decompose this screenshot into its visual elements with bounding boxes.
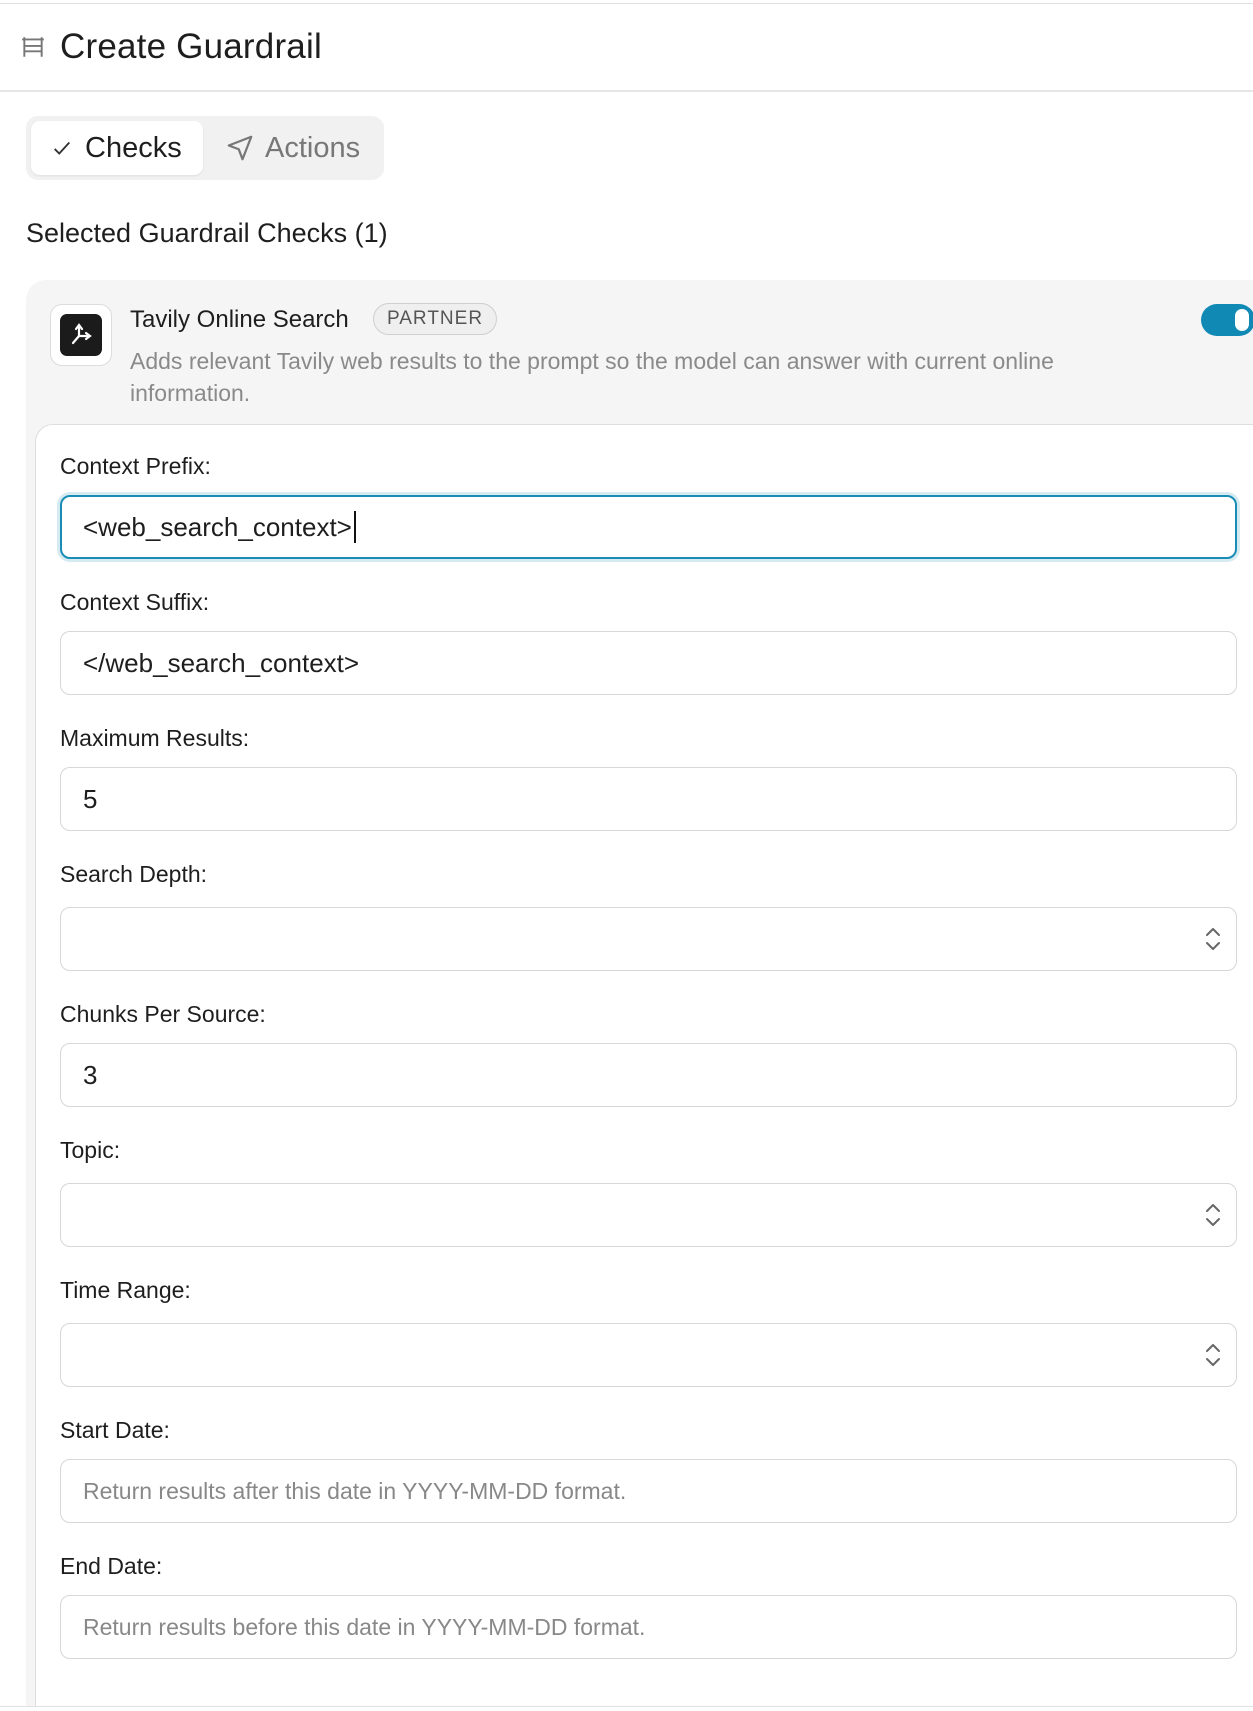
start-date-placeholder: Return results after this date in YYYY-M… <box>83 1477 627 1504</box>
max-results-value: 5 <box>83 783 98 814</box>
section-title: Selected Guardrail Checks (1) <box>26 218 388 248</box>
context-prefix-label: Context Prefix: <box>60 453 211 479</box>
tab-actions-label: Actions <box>265 131 361 164</box>
start-date-label: Start Date: <box>60 1417 170 1443</box>
start-date-input[interactable]: Return results after this date in YYYY-M… <box>60 1459 1237 1523</box>
context-suffix-value: </web_search_context> <box>83 647 360 678</box>
search-depth-label: Search Depth: <box>60 861 208 887</box>
tab-actions[interactable]: Actions <box>205 121 376 175</box>
check-logo <box>50 304 112 366</box>
guardrail-check-card: Tavily Online Search PARTNER Adds releva… <box>26 280 1253 1706</box>
tab-checks-label: Checks <box>85 131 182 164</box>
tavily-logo-icon <box>60 314 102 356</box>
max-results-label: Maximum Results: <box>60 725 250 751</box>
time-range-label: Time Range: <box>60 1277 191 1303</box>
context-suffix-label: Context Suffix: <box>60 589 210 615</box>
send-icon <box>227 135 253 161</box>
check-settings-form: Context Prefix: <web_search_context> Con… <box>35 424 1253 1706</box>
check-name: Tavily Online Search <box>130 306 349 333</box>
context-prefix-value: <web_search_context> <box>83 511 352 542</box>
panel-header: Create Guardrail <box>0 4 1253 92</box>
chunks-per-source-input[interactable]: 3 <box>60 1043 1237 1107</box>
end-date-label: End Date: <box>60 1553 163 1579</box>
chevron-up-down-icon <box>1206 1344 1220 1366</box>
context-prefix-input[interactable]: <web_search_context> <box>60 495 1237 559</box>
partner-badge: PARTNER <box>373 303 498 335</box>
page-title: Create Guardrail <box>60 27 322 66</box>
check-enabled-toggle[interactable] <box>1201 304 1253 336</box>
chevron-up-down-icon <box>1206 928 1220 950</box>
text-cursor <box>353 511 356 543</box>
time-range-select[interactable] <box>60 1323 1237 1387</box>
search-depth-select[interactable] <box>60 907 1237 971</box>
chunks-per-source-value: 3 <box>83 1059 98 1090</box>
check-icon <box>54 141 71 155</box>
max-results-input[interactable]: 5 <box>60 767 1237 831</box>
end-date-input[interactable]: Return results before this date in YYYY-… <box>60 1595 1237 1659</box>
chunks-per-source-label: Chunks Per Source: <box>60 1001 266 1027</box>
end-date-placeholder: Return results before this date in YYYY-… <box>83 1613 646 1640</box>
topic-label: Topic: <box>60 1137 121 1163</box>
tab-checks[interactable]: Checks <box>31 121 203 175</box>
guardrail-icon <box>22 37 44 57</box>
toggle-knob <box>1235 309 1249 331</box>
check-description: Adds relevant Tavily web results to the … <box>130 348 1054 406</box>
create-guardrail-panel: Create Guardrail Checks Actions Selected… <box>0 3 1253 1707</box>
chevron-up-down-icon <box>1206 1204 1220 1226</box>
tab-switcher: Checks Actions <box>26 116 384 180</box>
topic-select[interactable] <box>60 1183 1237 1247</box>
context-suffix-input[interactable]: </web_search_context> <box>60 631 1237 695</box>
